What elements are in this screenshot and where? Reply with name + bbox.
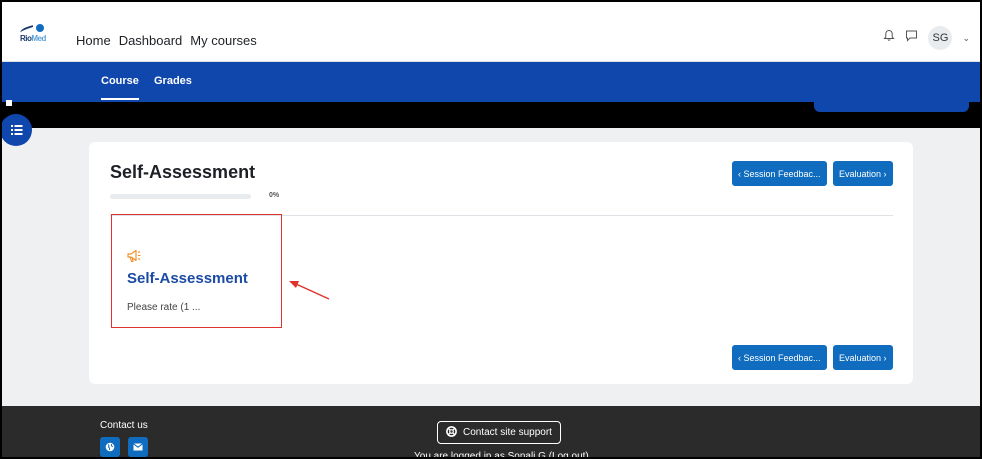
globe-icon[interactable] bbox=[100, 437, 120, 457]
support-label: Contact site support bbox=[463, 427, 552, 438]
email-icon[interactable] bbox=[128, 437, 148, 457]
annotation-arrow bbox=[289, 281, 330, 300]
browser-frame: RioMed Home Dashboard My courses SG ⌄ Co… bbox=[0, 0, 982, 459]
lifebuoy-icon bbox=[446, 425, 457, 440]
contact-support-button[interactable]: Contact site support bbox=[437, 421, 561, 444]
contact-heading: Contact us bbox=[100, 420, 148, 431]
page-footer: Contact us Contact site support You are … bbox=[2, 406, 980, 457]
logged-in-text[interactable]: You are logged in as Sonali G (Log out) bbox=[414, 451, 589, 457]
